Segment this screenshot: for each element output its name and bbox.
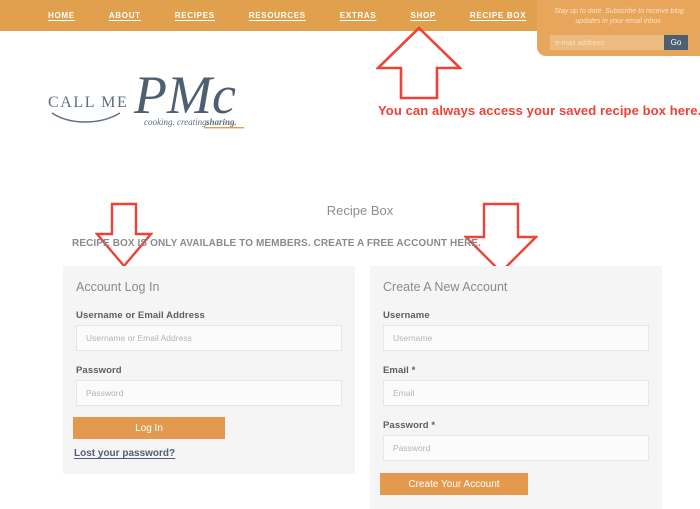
- nav-link-home[interactable]: HOME: [48, 11, 75, 20]
- login-username-label: Username or Email Address: [76, 310, 205, 321]
- signup-username-field-group: Username: [383, 310, 649, 351]
- lost-password-link[interactable]: Lost your password?: [74, 448, 175, 459]
- nav-link-about[interactable]: ABOUT: [109, 11, 141, 20]
- login-username-input[interactable]: [76, 325, 342, 351]
- signup-password-label: Password *: [383, 420, 436, 431]
- log-in-button[interactable]: Log In: [73, 417, 225, 439]
- signup-password-input[interactable]: [383, 435, 649, 461]
- subscribe-blurb: Stay up to date. Subscribe to receive bl…: [554, 8, 684, 26]
- nav-link-recipes[interactable]: RECIPES: [175, 11, 215, 20]
- svg-text:PMc: PMc: [133, 65, 236, 125]
- annotation-caption: You can always access your saved recipe …: [378, 103, 700, 118]
- svg-text:sharing.: sharing.: [205, 117, 237, 127]
- login-password-input[interactable]: [76, 380, 342, 406]
- login-panel-title: Account Log In: [76, 280, 160, 294]
- recipe-box-nav-arrow: [376, 26, 462, 100]
- site-logo[interactable]: CALL ME PMc cooking. creating. sharing.: [46, 63, 246, 129]
- subscribe-form: Go: [549, 34, 689, 51]
- nav-link-extras[interactable]: EXTRAS: [340, 11, 377, 20]
- nav-link-shop[interactable]: SHOP: [410, 11, 435, 20]
- signup-username-label: Username: [383, 310, 430, 321]
- subscribe-go-button[interactable]: Go: [664, 35, 688, 50]
- account-login-panel: Account Log In Username or Email Address…: [63, 266, 355, 474]
- create-your-account-button[interactable]: Create Your Account: [380, 473, 528, 495]
- nav-link-resources[interactable]: RESOURCES: [249, 11, 306, 20]
- signup-email-field-group: Email *: [383, 365, 649, 406]
- login-password-label: Password: [76, 365, 122, 376]
- login-username-field-group: Username or Email Address: [76, 310, 342, 351]
- members-only-notice: RECIPE BOX IS ONLY AVAILABLE TO MEMBERS.…: [72, 238, 482, 249]
- signup-password-field-group: Password *: [383, 420, 649, 461]
- page-title: Recipe Box: [326, 203, 394, 218]
- subscribe-panel: Stay up to date. Subscribe to receive bl…: [537, 0, 700, 56]
- signup-email-label: Email *: [383, 365, 416, 376]
- signup-email-input[interactable]: [383, 380, 649, 406]
- signup-panel-title: Create A New Account: [383, 280, 508, 294]
- signup-username-input[interactable]: [383, 325, 649, 351]
- svg-text:cooking. creating.: cooking. creating.: [144, 117, 209, 127]
- login-password-field-group: Password: [76, 365, 342, 406]
- svg-text:CALL ME: CALL ME: [48, 94, 128, 111]
- nav-link-recipe-box[interactable]: RECIPE BOX: [470, 11, 526, 20]
- subscribe-email-input[interactable]: [550, 35, 664, 50]
